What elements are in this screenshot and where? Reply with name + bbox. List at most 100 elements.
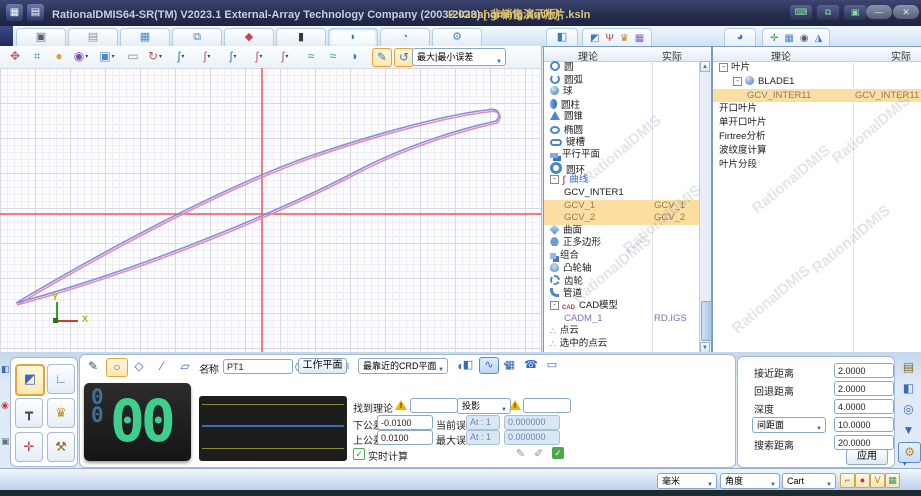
- realtime-checkbox[interactable]: ✓: [353, 448, 365, 460]
- tree-row-键槽[interactable]: 键槽: [544, 137, 700, 150]
- tree-row-圆环[interactable]: 圆环: [544, 161, 700, 176]
- tree-row-椭圆[interactable]: 椭圆: [544, 124, 700, 137]
- curve-rotate-icon[interactable]: ↺: [394, 48, 414, 67]
- thermometer-icon[interactable]: Ψ: [605, 33, 613, 44]
- probe-red-icon[interactable]: ◉: [1, 400, 9, 411]
- expand-toggle[interactable]: -: [733, 76, 742, 86]
- scroll-up-icon[interactable]: ▲: [700, 61, 710, 72]
- call-view-icon[interactable]: ☎: [521, 357, 541, 374]
- tree-row-CADM_1[interactable]: CADM_1 RD.IGS: [544, 313, 700, 326]
- ribbon-tab-workpiece[interactable]: ▣: [16, 28, 66, 47]
- tree-row-平行平面[interactable]: 平行平面: [544, 149, 700, 162]
- ribbon-tab-clock[interactable]: ◔: [380, 28, 430, 47]
- report-chart-icon[interactable]: ◮: [815, 33, 823, 44]
- curve-points-2-icon[interactable]: ≈: [324, 48, 342, 65]
- projection-combo[interactable]: 投影 ▼: [457, 398, 511, 414]
- coord-combo[interactable]: Cart ▼: [782, 473, 836, 489]
- expand-toggle[interactable]: -: [550, 175, 559, 185]
- feature-tree-scrollbar[interactable]: ▲ ▼: [699, 61, 712, 353]
- probe-view-icon[interactable]: ◧: [458, 357, 478, 374]
- tree-row-叶片[interactable]: - 叶片: [713, 61, 921, 75]
- tree-row-圆锥[interactable]: 圆锥: [544, 111, 700, 124]
- card-view-icon[interactable]: ▭: [542, 357, 562, 374]
- curve-edit-icon[interactable]: ✎: [372, 48, 392, 67]
- crown-icon[interactable]: ♛: [620, 33, 629, 44]
- tree-row-波纹度计算[interactable]: 波纹度计算: [713, 144, 921, 158]
- pan-icon[interactable]: ✥: [6, 48, 24, 65]
- grid-window-icon[interactable]: ▦: [635, 33, 644, 44]
- blade-panel-tab[interactable]: ◕: [724, 28, 756, 47]
- lower-tol-input[interactable]: [377, 415, 433, 430]
- close-button[interactable]: ✕: [893, 5, 919, 19]
- tree-row-Firtree分析[interactable]: Firtree分析: [713, 130, 921, 144]
- param-input-回退距离[interactable]: [834, 381, 894, 396]
- ribbon-tab-document[interactable]: ▤: [68, 28, 118, 47]
- tree-row-圆弧[interactable]: 圆弧: [544, 73, 700, 87]
- view-eye-icon[interactable]: ◉▾: [72, 48, 90, 65]
- machine-wrench-button[interactable]: ⚒: [47, 432, 75, 462]
- curve-points-1-icon[interactable]: ≈: [302, 48, 320, 65]
- point-feature-icon[interactable]: ○: [106, 358, 128, 377]
- tree-row-选中的点云[interactable]: ∴ 选中的点云: [544, 338, 700, 351]
- tree-row-组合[interactable]: 组合: [544, 250, 700, 263]
- dual-monitor-icon[interactable]: ⧉: [817, 5, 839, 20]
- expand-toggle[interactable]: -: [550, 301, 559, 311]
- param-input-接近距离[interactable]: [834, 363, 894, 378]
- confirm-check-icon[interactable]: ✓: [552, 447, 564, 459]
- tree-row-BLADE1[interactable]: - BLADE1: [713, 75, 921, 89]
- settings-gear-icon[interactable]: ⚙: [898, 442, 921, 463]
- viewport-canvas[interactable]: Y X: [0, 68, 542, 352]
- menu-list-icon[interactable]: ▤: [27, 4, 44, 21]
- viewport-icon[interactable]: ▦: [784, 33, 793, 44]
- eraser-icon[interactable]: ✐: [534, 447, 543, 460]
- ribbon-tab-table[interactable]: ▦: [120, 28, 170, 47]
- param-input-搜索距离[interactable]: [834, 435, 894, 450]
- probe-cube-tool-icon[interactable]: ◧: [898, 379, 919, 398]
- upper-tol-input[interactable]: [377, 430, 433, 445]
- tree-row-正多边形[interactable]: 正多边形: [544, 237, 700, 250]
- minimize-button[interactable]: —: [866, 5, 892, 19]
- camera-icon[interactable]: ◉: [800, 33, 809, 44]
- tree-row-球[interactable]: 球: [544, 86, 700, 99]
- tree-row-GCV_2[interactable]: GCV_2 GCV_2: [544, 212, 700, 225]
- graph-view-icon[interactable]: ∿: [479, 357, 499, 374]
- tree-row-圆[interactable]: 圆: [544, 61, 700, 74]
- line-feature-icon[interactable]: ∕: [152, 358, 172, 375]
- ribbon-corner-button[interactable]: [0, 26, 13, 46]
- tree-row-曲面[interactable]: 曲面: [544, 224, 700, 238]
- tree-row-叶片分段[interactable]: 叶片分段: [713, 158, 921, 172]
- name-input[interactable]: [223, 359, 293, 374]
- slab-feature-icon[interactable]: ▱: [175, 358, 195, 375]
- tree-row-开口叶片[interactable]: 开口叶片: [713, 102, 921, 116]
- ribbon-tab-probe[interactable]: ◗: [328, 28, 378, 47]
- grid-colors-icon[interactable]: ▦: [885, 473, 900, 488]
- ribbon-tab-colors[interactable]: ◆: [224, 28, 274, 47]
- coordinate-axes-button[interactable]: ✛: [15, 432, 43, 462]
- tree-row-管道[interactable]: 管道: [544, 287, 700, 301]
- screen-icon[interactable]: ▭: [124, 48, 142, 65]
- tree-row-凸轮轴[interactable]: 凸轮轴: [544, 262, 700, 276]
- title-bar[interactable]: ▦ ▤ RationalDMIS64-SR(TM) V2023.1 Extern…: [0, 0, 921, 27]
- probe-pen-icon[interactable]: ✎: [83, 358, 103, 375]
- table-view-icon[interactable]: ▦: [500, 357, 520, 374]
- curve-probe-4-icon[interactable]: ʃ▾: [250, 48, 268, 65]
- v-mode-icon[interactable]: V: [870, 473, 885, 488]
- curve-probe-3-icon[interactable]: ʃ▾: [224, 48, 242, 65]
- path-mode-icon[interactable]: ⌐: [840, 473, 855, 488]
- probe-tip-tool-icon[interactable]: ▼: [898, 421, 919, 440]
- machine-link-icon[interactable]: ▣: [844, 5, 866, 20]
- axes-icon[interactable]: ✛: [770, 33, 778, 44]
- apply-button[interactable]: 应用: [846, 449, 888, 465]
- toolbox-crown-button[interactable]: ♛: [47, 398, 75, 428]
- curve-probe-2-icon[interactable]: ʃ▾: [198, 48, 216, 65]
- emergency-ball-icon[interactable]: ●: [855, 473, 870, 488]
- ribbon-tab-monitor-settings[interactable]: ⚙: [432, 28, 482, 47]
- angle-combo[interactable]: 角度 ▼: [720, 473, 780, 489]
- tree-row-GCV_INTER1[interactable]: GCV_INTER1: [544, 187, 700, 200]
- tree-row-单开口叶片[interactable]: 单开口叶片: [713, 116, 921, 130]
- curve-fill-icon[interactable]: ◗: [346, 48, 364, 65]
- probe-box-icon[interactable]: ◧: [1, 364, 10, 375]
- probe-solid-mode-button[interactable]: ◩: [15, 364, 45, 396]
- curve-probe-5-icon[interactable]: ʃ▾: [276, 48, 294, 65]
- report-edit-icon[interactable]: ✎: [516, 447, 525, 460]
